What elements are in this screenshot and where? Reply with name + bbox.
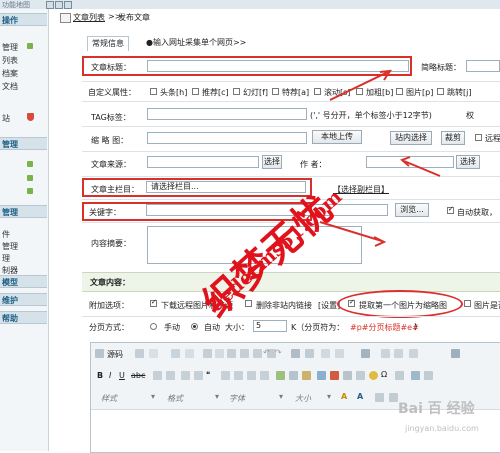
annotation-overlay: [319, 69, 441, 247]
baidu-watermark: Bai 百 经验: [398, 401, 475, 417]
arrow-head: [373, 236, 387, 247]
arrow: [329, 71, 389, 101]
arrow: [403, 160, 441, 177]
baidu-watermark-url: jingyan.baidu.com: [405, 424, 479, 433]
